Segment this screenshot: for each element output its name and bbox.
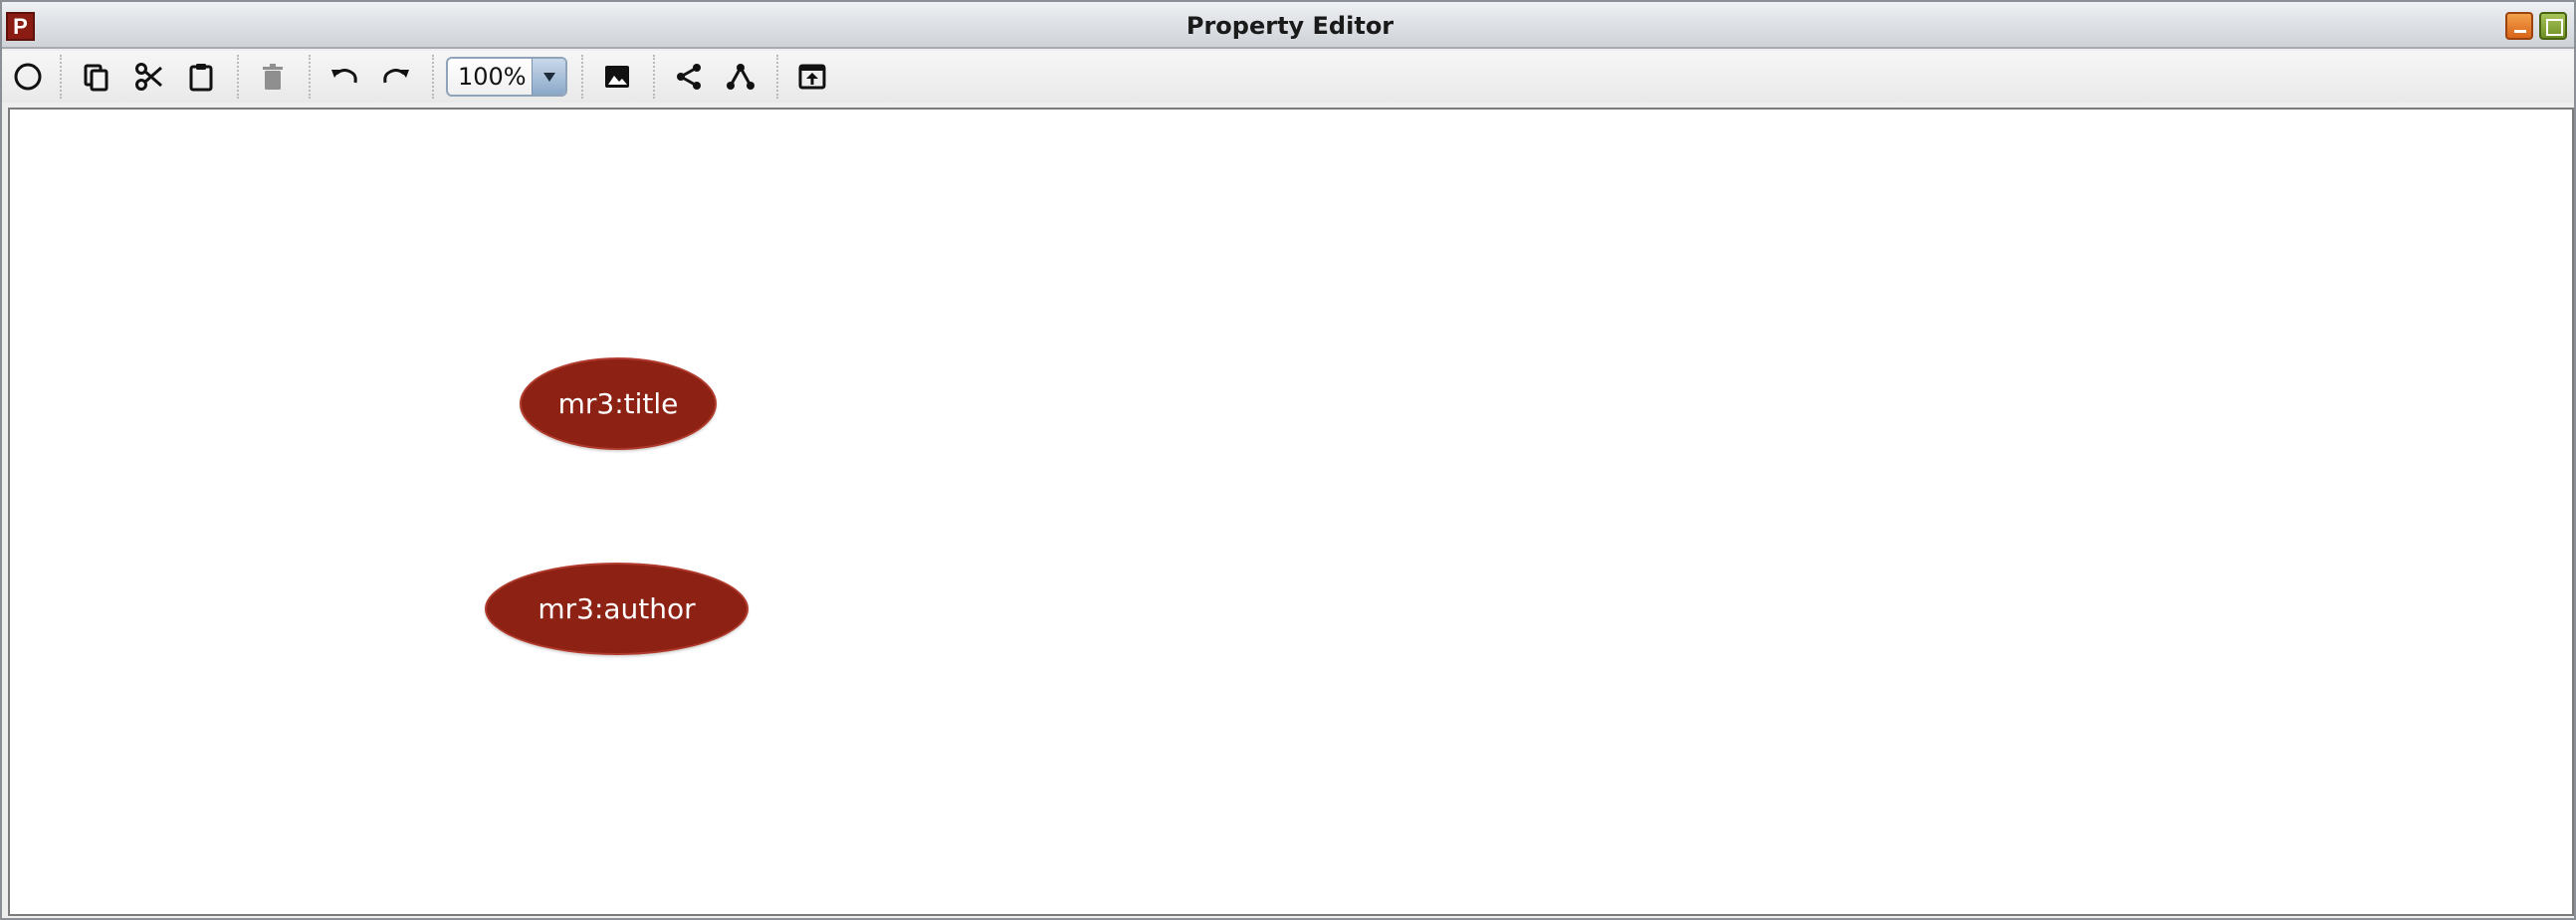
toolbar-separator [653,55,655,99]
cut-button[interactable] [129,57,169,97]
toolbar-separator [309,55,311,99]
export-image-button[interactable] [597,57,637,97]
toolbar: 100% [2,51,2574,103]
undo-button[interactable] [324,57,364,97]
copy-icon [84,64,108,92]
window-title: Property Editor [1185,12,1395,40]
property-node-title[interactable]: mr3:title [520,357,717,450]
title-bar[interactable]: P Property Editor [2,2,2574,49]
node-label: mr3:title [557,387,679,420]
toolbar-separator [776,55,778,99]
minimize-button[interactable] [2505,12,2533,40]
insert-property-button[interactable] [8,57,48,97]
open-window-button[interactable] [792,57,832,97]
redo-icon [383,69,409,84]
property-editor-window: P Property Editor 100% mr3:title mr3:aut… [0,0,2576,920]
redo-button[interactable] [376,57,416,97]
toolbar-separator [581,55,583,99]
paste-button[interactable] [181,57,221,97]
toolbar-separator [237,55,239,99]
node-label: mr3:author [537,592,696,625]
undo-icon [331,69,357,84]
property-node-author[interactable]: mr3:author [485,563,749,655]
tree-layout-icon [727,64,754,90]
toolbar-separator [60,55,62,99]
copy-button[interactable] [77,57,116,97]
open-window-icon [798,64,826,90]
trash-icon [263,64,283,90]
tree-layout-button[interactable] [721,57,760,97]
circle-outline-icon [14,63,42,91]
zoom-select[interactable]: 100% [446,57,567,97]
maximize-button[interactable] [2539,12,2567,40]
image-icon [605,66,629,88]
clipboard-icon [189,64,213,92]
share-layout-button[interactable] [669,57,709,97]
zoom-value: 100% [458,63,527,91]
toolbar-separator [432,55,434,99]
graph-canvas[interactable]: mr3:title mr3:author [8,108,2574,916]
scissors-icon [135,63,162,91]
share-icon [677,64,701,90]
delete-button[interactable] [253,57,293,97]
chevron-down-icon[interactable] [532,59,565,95]
